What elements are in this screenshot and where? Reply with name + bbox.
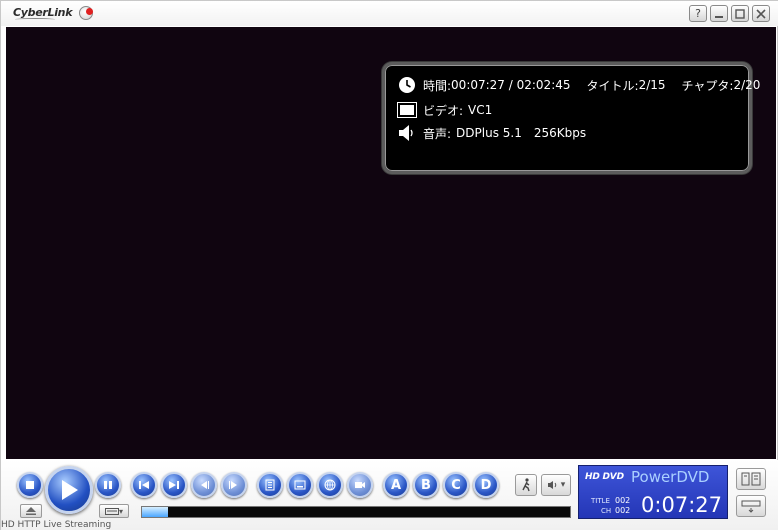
- step-back-icon: [201, 481, 209, 489]
- stop-button[interactable]: [17, 472, 43, 498]
- play-button[interactable]: [45, 466, 93, 514]
- play-icon: [62, 480, 78, 500]
- step-forward-icon: [229, 481, 237, 489]
- display-time: 0:07:27: [641, 493, 722, 517]
- minimize-icon: [715, 15, 723, 18]
- video-area[interactable]: 時間: 00:07:27 / 02:02:45 タイトル: 2/15 チャプタ:…: [6, 27, 776, 459]
- color-d-button[interactable]: D: [473, 472, 499, 498]
- settings-button[interactable]: [736, 468, 766, 490]
- osd-audio-bitrate: 256Kbps: [533, 126, 587, 140]
- eject-icon: [26, 507, 36, 515]
- info-osd: 時間: 00:07:27 / 02:02:45 タイトル: 2/15 チャプタ:…: [382, 62, 760, 174]
- expand-panel-button[interactable]: [736, 495, 766, 517]
- color-b-label: B: [421, 477, 431, 493]
- display-title-label: TITLE: [591, 497, 610, 505]
- stop-icon: [26, 481, 34, 489]
- walk-button[interactable]: [515, 474, 537, 496]
- osd-title-value: 2/15: [638, 78, 666, 92]
- eject-button[interactable]: [20, 504, 42, 518]
- help-button[interactable]: ?: [689, 5, 707, 22]
- clock-icon: [397, 75, 417, 95]
- logo-swoosh: [15, 18, 55, 21]
- step-forward-button[interactable]: [221, 472, 247, 498]
- speaker-icon: [397, 123, 417, 143]
- osd-audio-label: 音声:: [423, 126, 452, 141]
- color-a-label: A: [390, 477, 402, 493]
- audio-language-button[interactable]: [317, 472, 343, 498]
- powerdvd-brand: PowerDVD: [631, 468, 710, 486]
- powerdvd-window: CyberLink ? 時間: 00:07:27 / 02:02:45 タイトル…: [0, 0, 778, 530]
- menu-list-icon: [265, 479, 275, 491]
- previous-chapter-button[interactable]: [131, 472, 157, 498]
- color-a-button[interactable]: A: [383, 472, 409, 498]
- osd-audio-codec: DDPlus 5.1: [456, 126, 522, 140]
- osd-time-row: 時間: 00:07:27 / 02:02:45 タイトル: 2/15 チャプタ:…: [397, 75, 760, 95]
- color-c-label: C: [451, 477, 461, 493]
- upgrade-icon[interactable]: [79, 6, 93, 20]
- skip-back-icon: [139, 481, 149, 489]
- color-d-label: D: [480, 477, 492, 493]
- osd-chapter-value: 2/20: [733, 78, 761, 92]
- pause-icon: [104, 481, 112, 489]
- title-bar[interactable]: CyberLink ?: [1, 1, 778, 26]
- drive-dropdown-icon: ▾: [118, 506, 123, 516]
- maximize-button[interactable]: [731, 5, 749, 22]
- subtitle-icon: [294, 480, 306, 490]
- hd-dvd-logo: HD DVD: [585, 472, 624, 482]
- color-c-button[interactable]: C: [443, 472, 469, 498]
- camera-angle-icon: [355, 482, 365, 488]
- close-icon: [756, 8, 766, 19]
- volume-button[interactable]: ▾: [541, 474, 571, 496]
- osd-audio-row: 音声: DDPlus 5.1 256Kbps: [397, 123, 586, 143]
- skip-forward-icon: [169, 481, 179, 489]
- color-b-button[interactable]: B: [413, 472, 439, 498]
- display-chapter-label: CH: [601, 507, 612, 515]
- osd-time-value: 00:07:27 / 02:02:45: [451, 78, 571, 92]
- disc-drive-icon: [104, 508, 119, 515]
- osd-video-value: VC1: [468, 103, 493, 117]
- film-icon: [397, 100, 417, 120]
- globe-icon: [324, 479, 336, 491]
- subtitle-button[interactable]: [287, 472, 313, 498]
- osd-time-label: 時間:: [423, 78, 452, 93]
- status-text: HD HTTP Live Streaming: [1, 520, 112, 530]
- tools-icon: [741, 472, 761, 486]
- lcd-display: HD DVD PowerDVD TITLE 002 CH 002 0:07:27: [578, 465, 728, 519]
- maximize-icon: [735, 8, 745, 19]
- osd-chapter-label: チャプタ:: [681, 78, 734, 93]
- angle-button[interactable]: [347, 472, 373, 498]
- display-chapter-number: 002: [615, 506, 631, 515]
- close-button[interactable]: [752, 5, 770, 22]
- volume-icon: [547, 481, 556, 489]
- control-bar: A B C D ▾ ▾ HD HTTP Live Streaming HD DV…: [1, 460, 778, 530]
- display-title-number: 002: [615, 496, 631, 505]
- pause-button[interactable]: [95, 472, 121, 498]
- walking-person-icon: [522, 478, 530, 492]
- step-back-button[interactable]: [191, 472, 217, 498]
- expand-icon: [741, 500, 761, 513]
- seek-bar[interactable]: [141, 506, 571, 518]
- minimize-button[interactable]: [710, 5, 728, 22]
- seek-progress: [142, 507, 169, 517]
- volume-dropdown-icon: ▾: [560, 480, 566, 490]
- window-buttons: ?: [689, 5, 770, 22]
- osd-video-row: ビデオ: VC1: [397, 100, 492, 120]
- cyberlink-logo: CyberLink: [13, 6, 73, 19]
- osd-title-label: タイトル:: [586, 78, 639, 93]
- menu-button[interactable]: [257, 472, 283, 498]
- osd-video-label: ビデオ:: [423, 103, 464, 118]
- next-chapter-button[interactable]: [161, 472, 187, 498]
- drive-select[interactable]: ▾: [99, 504, 129, 518]
